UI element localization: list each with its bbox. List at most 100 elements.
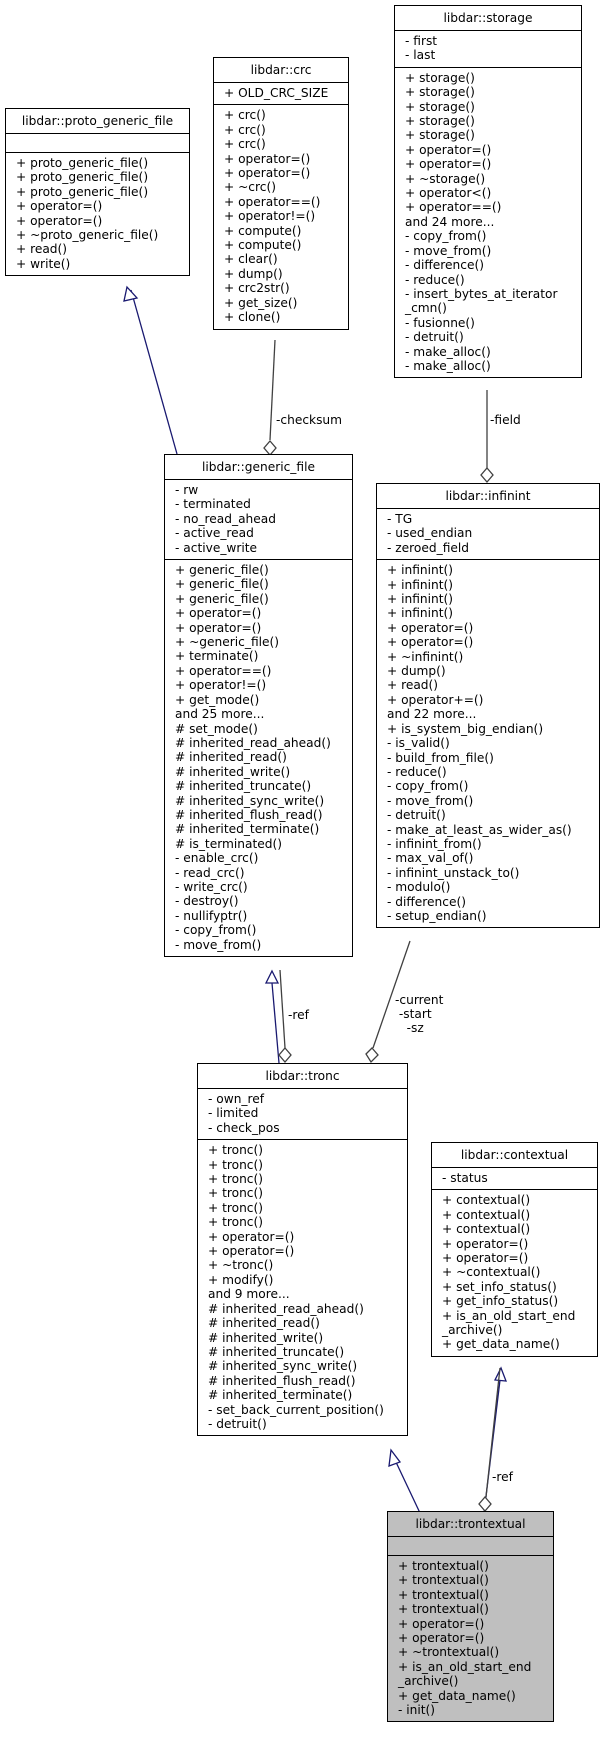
class-proto-generic-file[interactable]: libdar::proto_generic_file + proto_gener… [5,108,190,277]
class-method: - copy_from() [387,779,469,794]
class-attribute: - first [405,34,438,48]
class-method: + operator=() [442,1251,529,1266]
class-title: libdar::generic_file [165,455,352,480]
edge-generic-file-inherits-proto-generic-file [130,289,178,455]
class-attribute: - rw [175,483,199,497]
class-method: + proto_generic_file() [16,170,149,185]
class-method: - move_from() [175,937,262,952]
class-method: - insert_bytes_at_iterator [405,286,558,301]
class-method: + set_info_status() [442,1279,557,1294]
edge-label-tronc-members: -current -start -sz [395,993,444,1035]
class-attribute: - own_ref [208,1092,265,1106]
class-method: + storage() [405,99,475,114]
class-method: + storage() [405,85,475,100]
class-method: + operator!=() [224,209,316,224]
class-title: libdar::contextual [432,1143,597,1168]
class-method: + infinint() [387,563,453,578]
class-method: + is_an_old_start_end [398,1659,532,1674]
class-method: + trontextual() [398,1587,489,1602]
class-method: + write() [16,256,71,271]
class-method: + operator=() [398,1616,485,1631]
edge-label-field: -field [490,413,521,427]
class-method: - is_valid() [387,736,450,751]
class-method: - build_from_file() [387,750,494,765]
class-attribute: - active_write [175,540,258,555]
class-method: + operator=() [175,606,262,621]
class-title: libdar::tronc [198,1064,407,1089]
class-attributes: - status [432,1168,597,1189]
class-infinint[interactable]: libdar::infinint - TG - used_endian - zero… [376,483,600,929]
class-method: - detruit() [208,1416,267,1431]
class-method: + operator+=() [387,692,484,707]
class-method: + infinint() [387,606,453,621]
class-tronc[interactable]: libdar::tronc - own_ref - limited - check_… [197,1063,408,1437]
class-method: + compute() [224,223,302,238]
class-method: - setup_endian() [387,908,487,923]
class-methods: + generic_file() + generic_file() + generi… [165,559,352,956]
class-contextual[interactable]: libdar::contextual - status + contextual… [431,1142,598,1357]
class-method: # inherited_terminate() [175,822,320,837]
class-method: + ~crc() [224,180,276,195]
class-attribute: - terminated [175,497,251,512]
class-method: + read() [387,678,439,693]
class-method: + storage() [405,114,475,129]
class-method: - detruit() [405,330,464,345]
class-methods: + storage() + storage() + storage() + stora… [395,66,581,378]
class-attribute: - used_endian [387,526,473,541]
class-method: + operator==() [405,200,502,215]
class-storage[interactable]: libdar::storage - first - last + storage(… [394,5,582,379]
class-method: - init() [398,1703,436,1718]
class-attribute: - last [405,48,436,63]
class-method: + contextual() [442,1222,531,1237]
class-method: # inherited_read() [208,1316,320,1331]
class-method: + proto_generic_file() [16,184,149,199]
class-attributes: - rw - terminated - no_read_ahead - active_… [165,480,352,559]
class-method: + read() [16,242,68,257]
class-method: - copy_from() [405,229,487,244]
class-method: # inherited_flush_read() [175,807,323,822]
edge-trontextual-inherits-tronc [394,1459,421,1514]
class-method: + get_info_status() [442,1294,559,1309]
class-method: - reduce() [405,272,465,287]
class-method: + proto_generic_file() [16,156,149,170]
class-method: + trontextual() [398,1602,489,1617]
composition-diamond-icon [278,1047,292,1063]
class-method: + operator=() [16,213,103,228]
composition-diamond-icon [365,1047,379,1064]
class-method: - move_from() [405,243,492,258]
inheritance-arrow-icon [264,969,280,984]
class-method: + storage() [405,70,475,85]
class-attribute: - no_read_ahead [175,511,276,526]
class-method: + operator=() [175,620,262,635]
class-method: - infinint_from() [387,836,482,851]
composition-diamond-icon [263,440,277,456]
class-attribute: - check_pos [208,1120,280,1135]
class-method: + operator<() [405,186,492,201]
class-method: and 9 more... [208,1287,290,1302]
class-title: libdar::infinint [377,484,599,509]
class-method: + clear() [224,252,278,267]
class-method: - detruit() [387,808,446,823]
class-methods: + contextual() + contextual() + contextual… [432,1189,597,1355]
inheritance-arrow-icon [123,285,139,302]
class-method: # inherited_read_ahead() [175,735,331,750]
class-trontextual[interactable]: libdar::trontextual + trontextual() + tro… [387,1511,554,1723]
class-method: + ~proto_generic_file() [16,228,159,243]
class-method: + operator=() [16,199,103,214]
class-method: - read_crc() [175,865,245,880]
class-method: + tronc() [208,1157,263,1172]
class-method: + is_an_old_start_end [442,1308,576,1323]
class-method: # inherited_read() [175,750,287,765]
class-attributes: - own_ref - limited - check_pos [198,1089,407,1139]
edge-ref-generic [279,969,286,1049]
class-generic-file[interactable]: libdar::generic_file - rw - terminated - n… [164,454,353,957]
class-method: + contextual() [442,1193,531,1208]
class-method: + operator==() [175,663,272,678]
class-method: # inherited_truncate() [175,779,312,794]
class-attribute: - limited [208,1106,259,1121]
class-method: - max_val_of() [387,851,474,866]
composition-diamond-icon [478,1496,492,1512]
class-method: + ~storage() [405,171,486,186]
class-crc[interactable]: libdar::crc + OLD_CRC_SIZE + crc() + crc(… [213,57,349,330]
edge-label-checksum: -checksum [276,413,343,427]
